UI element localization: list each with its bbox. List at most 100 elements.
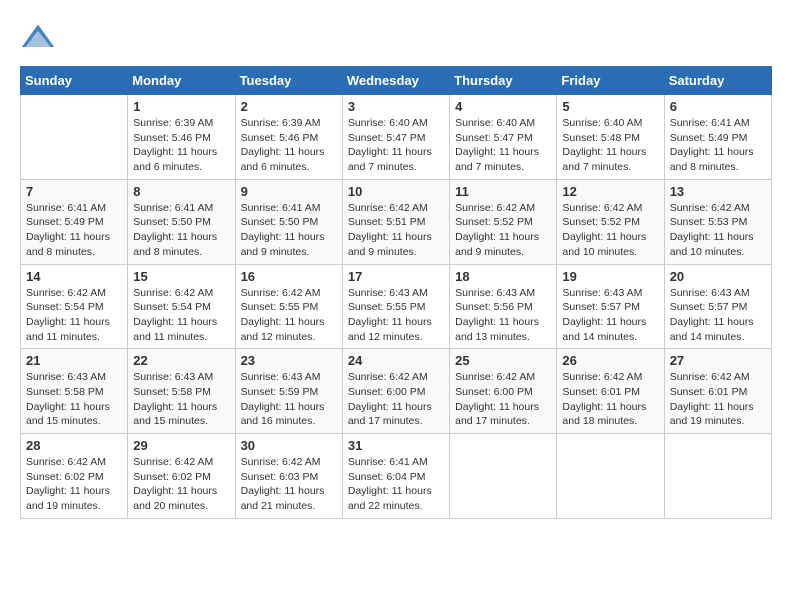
day-info: Sunrise: 6:40 AMSunset: 5:47 PMDaylight:… [348, 116, 444, 175]
day-info: Sunrise: 6:42 AMSunset: 6:00 PMDaylight:… [348, 370, 444, 429]
day-number: 7 [26, 184, 122, 199]
day-cell [450, 434, 557, 519]
day-number: 20 [670, 269, 766, 284]
day-info: Sunrise: 6:43 AMSunset: 5:58 PMDaylight:… [133, 370, 229, 429]
day-cell: 29Sunrise: 6:42 AMSunset: 6:02 PMDayligh… [128, 434, 235, 519]
day-number: 3 [348, 99, 444, 114]
day-cell [557, 434, 664, 519]
day-cell: 7 Sunrise: 6:41 AMSunset: 5:49 PMDaylight… [21, 179, 128, 264]
day-info: Sunrise: 6:40 AMSunset: 5:48 PMDaylight:… [562, 116, 658, 175]
col-header-monday: Monday [128, 67, 235, 95]
day-cell: 22 Sunrise: 6:43 AMSunset: 5:58 PMDayligh… [128, 349, 235, 434]
logo-icon [20, 20, 56, 56]
calendar-table: SundayMondayTuesdayWednesdayThursdayFrid… [20, 66, 772, 519]
day-info: Sunrise: 6:42 AMSunset: 6:03 PMDaylight:… [241, 455, 337, 514]
day-info: Sunrise: 6:41 AMSunset: 5:50 PMDaylight:… [241, 201, 337, 260]
day-number: 19 [562, 269, 658, 284]
day-number: 23 [241, 353, 337, 368]
day-cell: 19Sunrise: 6:43 AMSunset: 5:57 PMDayligh… [557, 264, 664, 349]
day-number: 24 [348, 353, 444, 368]
day-info: Sunrise: 6:41 AMSunset: 6:04 PMDaylight:… [348, 455, 444, 514]
day-info: Sunrise: 6:42 AMSunset: 6:01 PMDaylight:… [670, 370, 766, 429]
col-header-friday: Friday [557, 67, 664, 95]
col-header-wednesday: Wednesday [342, 67, 449, 95]
week-row-1: 1 Sunrise: 6:39 AMSunset: 5:46 PMDaylight… [21, 95, 772, 180]
day-cell: 13 Sunrise: 6:42 AMSunset: 5:53 PMDayligh… [664, 179, 771, 264]
day-info: Sunrise: 6:42 AMSunset: 5:51 PMDaylight:… [348, 201, 444, 260]
day-number: 22 [133, 353, 229, 368]
day-cell: 2 Sunrise: 6:39 AMSunset: 5:46 PMDaylight… [235, 95, 342, 180]
day-cell: 9 Sunrise: 6:41 AMSunset: 5:50 PMDaylight… [235, 179, 342, 264]
day-info: Sunrise: 6:42 AMSunset: 5:54 PMDaylight:… [133, 286, 229, 345]
day-cell: 31 Sunrise: 6:41 AMSunset: 6:04 PMDayligh… [342, 434, 449, 519]
day-info: Sunrise: 6:43 AMSunset: 5:58 PMDaylight:… [26, 370, 122, 429]
day-number: 27 [670, 353, 766, 368]
day-info: Sunrise: 6:42 AMSunset: 5:52 PMDaylight:… [562, 201, 658, 260]
day-number: 1 [133, 99, 229, 114]
day-cell: 17Sunrise: 6:43 AMSunset: 5:55 PMDayligh… [342, 264, 449, 349]
day-info: Sunrise: 6:41 AMSunset: 5:50 PMDaylight:… [133, 201, 229, 260]
day-cell: 20 Sunrise: 6:43 AMSunset: 5:57 PMDayligh… [664, 264, 771, 349]
day-number: 29 [133, 438, 229, 453]
day-cell: 15 Sunrise: 6:42 AMSunset: 5:54 PMDayligh… [128, 264, 235, 349]
day-cell: 3 Sunrise: 6:40 AMSunset: 5:47 PMDaylight… [342, 95, 449, 180]
day-cell: 6Sunrise: 6:41 AMSunset: 5:49 PMDaylight… [664, 95, 771, 180]
day-cell: 24 Sunrise: 6:42 AMSunset: 6:00 PMDayligh… [342, 349, 449, 434]
day-info: Sunrise: 6:43 AMSunset: 5:55 PMDaylight:… [348, 286, 444, 345]
page-header [20, 20, 772, 56]
logo [20, 20, 60, 56]
day-number: 5 [562, 99, 658, 114]
day-number: 16 [241, 269, 337, 284]
day-number: 2 [241, 99, 337, 114]
day-cell: 27 Sunrise: 6:42 AMSunset: 6:01 PMDayligh… [664, 349, 771, 434]
col-header-tuesday: Tuesday [235, 67, 342, 95]
day-number: 28 [26, 438, 122, 453]
day-cell [664, 434, 771, 519]
day-number: 6 [670, 99, 766, 114]
day-number: 4 [455, 99, 551, 114]
day-cell: 14 Sunrise: 6:42 AMSunset: 5:54 PMDayligh… [21, 264, 128, 349]
day-info: Sunrise: 6:39 AMSunset: 5:46 PMDaylight:… [241, 116, 337, 175]
day-number: 25 [455, 353, 551, 368]
day-cell: 28 Sunrise: 6:42 AMSunset: 6:02 PMDayligh… [21, 434, 128, 519]
day-number: 9 [241, 184, 337, 199]
day-info: Sunrise: 6:42 AMSunset: 5:53 PMDaylight:… [670, 201, 766, 260]
day-number: 21 [26, 353, 122, 368]
week-row-5: 28 Sunrise: 6:42 AMSunset: 6:02 PMDayligh… [21, 434, 772, 519]
day-cell: 12Sunrise: 6:42 AMSunset: 5:52 PMDayligh… [557, 179, 664, 264]
day-info: Sunrise: 6:42 AMSunset: 5:55 PMDaylight:… [241, 286, 337, 345]
day-cell: 23Sunrise: 6:43 AMSunset: 5:59 PMDayligh… [235, 349, 342, 434]
day-info: Sunrise: 6:42 AMSunset: 6:01 PMDaylight:… [562, 370, 658, 429]
day-info: Sunrise: 6:42 AMSunset: 6:00 PMDaylight:… [455, 370, 551, 429]
col-header-thursday: Thursday [450, 67, 557, 95]
col-header-sunday: Sunday [21, 67, 128, 95]
day-cell: 18Sunrise: 6:43 AMSunset: 5:56 PMDayligh… [450, 264, 557, 349]
day-number: 26 [562, 353, 658, 368]
day-cell [21, 95, 128, 180]
day-number: 14 [26, 269, 122, 284]
day-cell: 4 Sunrise: 6:40 AMSunset: 5:47 PMDaylight… [450, 95, 557, 180]
day-info: Sunrise: 6:42 AMSunset: 5:54 PMDaylight:… [26, 286, 122, 345]
day-cell: 21 Sunrise: 6:43 AMSunset: 5:58 PMDayligh… [21, 349, 128, 434]
week-row-4: 21 Sunrise: 6:43 AMSunset: 5:58 PMDayligh… [21, 349, 772, 434]
day-cell: 16 Sunrise: 6:42 AMSunset: 5:55 PMDayligh… [235, 264, 342, 349]
day-number: 31 [348, 438, 444, 453]
day-info: Sunrise: 6:42 AMSunset: 6:02 PMDaylight:… [26, 455, 122, 514]
day-info: Sunrise: 6:43 AMSunset: 5:56 PMDaylight:… [455, 286, 551, 345]
week-row-2: 7 Sunrise: 6:41 AMSunset: 5:49 PMDaylight… [21, 179, 772, 264]
day-info: Sunrise: 6:43 AMSunset: 5:57 PMDaylight:… [670, 286, 766, 345]
day-info: Sunrise: 6:41 AMSunset: 5:49 PMDaylight:… [26, 201, 122, 260]
day-number: 8 [133, 184, 229, 199]
day-info: Sunrise: 6:40 AMSunset: 5:47 PMDaylight:… [455, 116, 551, 175]
day-cell: 25 Sunrise: 6:42 AMSunset: 6:00 PMDayligh… [450, 349, 557, 434]
day-cell: 5 Sunrise: 6:40 AMSunset: 5:48 PMDaylight… [557, 95, 664, 180]
day-info: Sunrise: 6:42 AMSunset: 5:52 PMDaylight:… [455, 201, 551, 260]
day-number: 15 [133, 269, 229, 284]
day-cell: 30 Sunrise: 6:42 AMSunset: 6:03 PMDayligh… [235, 434, 342, 519]
day-cell: 26 Sunrise: 6:42 AMSunset: 6:01 PMDayligh… [557, 349, 664, 434]
day-cell: 8 Sunrise: 6:41 AMSunset: 5:50 PMDaylight… [128, 179, 235, 264]
day-number: 13 [670, 184, 766, 199]
day-cell: 11Sunrise: 6:42 AMSunset: 5:52 PMDayligh… [450, 179, 557, 264]
day-number: 30 [241, 438, 337, 453]
week-row-3: 14 Sunrise: 6:42 AMSunset: 5:54 PMDayligh… [21, 264, 772, 349]
